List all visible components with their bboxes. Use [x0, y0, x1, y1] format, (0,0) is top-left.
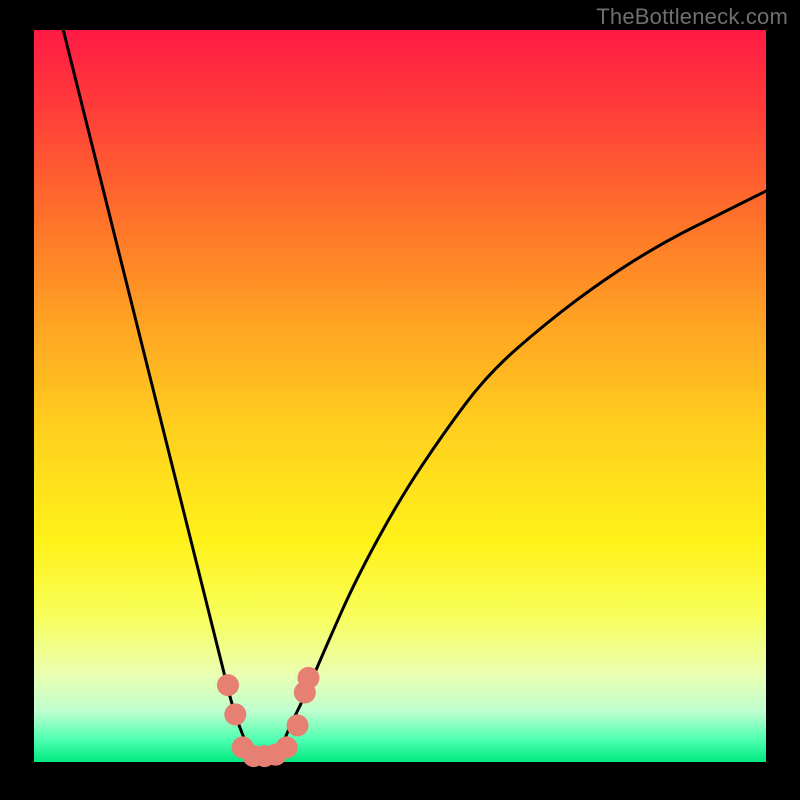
watermark-text: TheBottleneck.com — [596, 4, 788, 30]
curve-marker — [287, 714, 309, 736]
chart-stage: TheBottleneck.com — [0, 0, 800, 800]
curve-marker — [298, 667, 320, 689]
plot-background — [34, 30, 766, 762]
bottleneck-chart — [0, 0, 800, 800]
curve-marker — [224, 703, 246, 725]
curve-marker — [217, 674, 239, 696]
curve-marker — [276, 736, 298, 758]
